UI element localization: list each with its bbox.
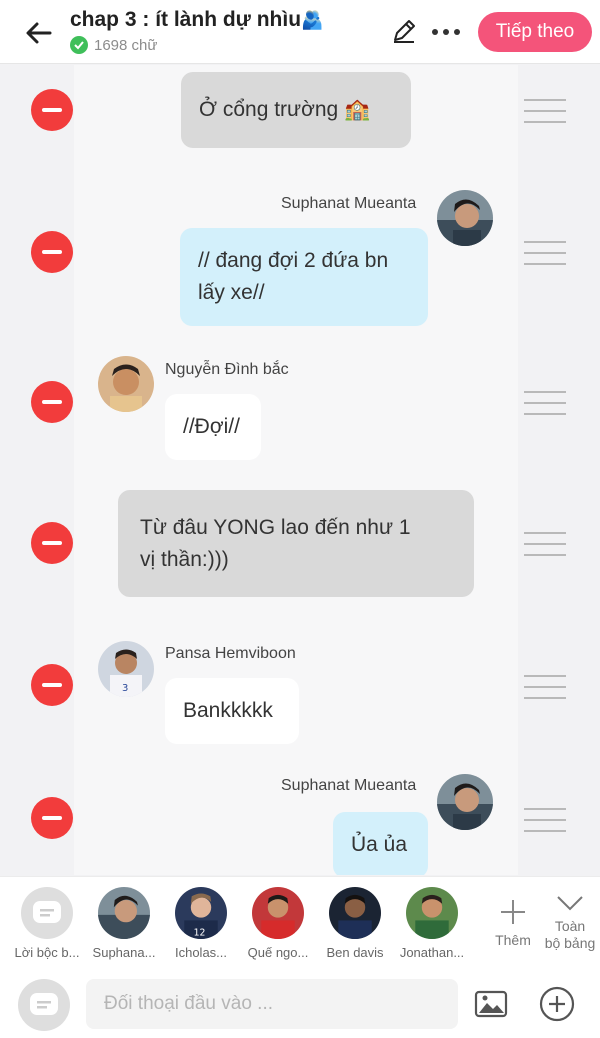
avatar [98, 887, 150, 939]
character-option[interactable]: Quế ngo... [239, 887, 317, 960]
message-bubble[interactable]: // đang đợi 2 đứa bn lấy xe// [180, 228, 428, 326]
character-option[interactable]: Jonathan... [393, 887, 471, 960]
avatar: 12 [175, 887, 227, 939]
character-label: Lời bộc b... [14, 945, 80, 960]
character-label: Icholas... [174, 945, 228, 960]
message-text: Ở cổng trường 🏫 [199, 98, 371, 121]
message-bubble[interactable]: Bankkkkk [165, 678, 299, 744]
message-line: vị thần:))) [140, 547, 229, 571]
narrator-icon [30, 993, 58, 1015]
all-label-line-2: bộ bảng [544, 935, 596, 951]
sender-name: Suphanat Mueanta [281, 777, 417, 794]
message-line: // đang đợi 2 đứa bn [198, 249, 389, 272]
narrator-toggle-button[interactable] [18, 979, 70, 1031]
avatar: 3 [98, 641, 154, 697]
chapter-title-text: chap 3 : ít lành dự nhìu [70, 8, 302, 31]
add-plus-icon[interactable] [538, 985, 576, 1023]
back-arrow-icon[interactable] [22, 16, 56, 50]
character-option[interactable]: Suphana... [85, 887, 163, 960]
chat-column [74, 65, 518, 875]
avatar [437, 774, 493, 830]
character-option[interactable]: Ben davis [316, 887, 394, 960]
title-area: chap 3 : ít lành dự nhìu🫂 1698 chữ [70, 8, 390, 54]
character-label: Suphana... [92, 945, 156, 960]
delete-message-button[interactable] [31, 664, 73, 706]
chevron-down-icon [557, 896, 583, 911]
add-character-button[interactable]: Thêm [488, 887, 538, 949]
next-button[interactable]: Tiếp theo [478, 12, 592, 52]
drag-handle-icon[interactable] [524, 241, 566, 265]
chat-editor: Ở cổng trường 🏫 Suphanat Mueanta // đang… [0, 65, 600, 875]
character-label: Jonathan... [399, 945, 465, 960]
all-characters-button[interactable]: Toàn bộ bảng [540, 887, 600, 952]
composer-panel: Lời bộc b... Suphana... 12 Icholas... Qu… [0, 876, 600, 1038]
check-icon [70, 36, 88, 54]
avatar [437, 190, 493, 246]
svg-text:12: 12 [194, 927, 206, 938]
delete-message-button[interactable] [31, 231, 73, 273]
word-count: 1698 chữ [94, 36, 158, 54]
drag-handle-icon[interactable] [524, 808, 566, 832]
message-line: Từ đâu YONG lao đến như 1 [140, 515, 411, 539]
image-icon[interactable] [474, 989, 508, 1019]
narration-bubble[interactable]: Ở cổng trường 🏫 [181, 72, 411, 148]
delete-message-button[interactable] [31, 797, 73, 839]
title-emoji: 🫂 [301, 10, 324, 30]
drag-handle-icon[interactable] [524, 391, 566, 415]
message-line: //Đợi// [183, 415, 240, 438]
character-option[interactable]: 12 Icholas... [162, 887, 240, 960]
sender-name: Pansa Hemviboon [165, 645, 296, 662]
character-label: Quế ngo... [247, 945, 309, 960]
sender-name: Suphanat Mueanta [281, 195, 417, 212]
narrator-icon [21, 887, 73, 939]
add-label: Thêm [495, 932, 531, 948]
edit-pen-icon[interactable] [391, 18, 417, 44]
message-line: Ủa ủa [351, 833, 408, 856]
avatar [329, 887, 381, 939]
chapter-title[interactable]: chap 3 : ít lành dự nhìu🫂 [70, 8, 390, 32]
svg-text:3: 3 [122, 683, 128, 694]
input-row [0, 977, 600, 1033]
drag-handle-icon[interactable] [524, 675, 566, 699]
sender-name: Nguyễn Đình bắc [165, 361, 289, 378]
message-line: lấy xe// [198, 281, 265, 304]
avatar [406, 887, 458, 939]
dialogue-input[interactable] [86, 979, 458, 1029]
top-bar: chap 3 : ít lành dự nhìu🫂 1698 chữ Tiếp … [0, 0, 600, 64]
drag-handle-icon[interactable] [524, 532, 566, 556]
delete-message-button[interactable] [31, 522, 73, 564]
message-line: Bankkkkk [183, 699, 273, 722]
word-count-row: 1698 chữ [70, 36, 390, 54]
more-options-icon[interactable] [432, 19, 466, 45]
character-label: Ben davis [326, 945, 384, 960]
message-bubble[interactable]: //Đợi// [165, 394, 261, 460]
narration-bubble[interactable]: Từ đâu YONG lao đến như 1 vị thần:))) [118, 490, 474, 597]
all-label-line-1: Toàn [554, 918, 586, 934]
delete-message-button[interactable] [31, 89, 73, 131]
character-narrator[interactable]: Lời bộc b... [8, 887, 86, 960]
character-picker: Lời bộc b... Suphana... 12 Icholas... Qu… [0, 887, 600, 967]
avatar [98, 356, 154, 412]
plus-icon [501, 900, 525, 924]
avatar [252, 887, 304, 939]
delete-message-button[interactable] [31, 381, 73, 423]
drag-handle-icon[interactable] [524, 99, 566, 123]
message-bubble[interactable]: Ủa ủa [333, 812, 428, 875]
